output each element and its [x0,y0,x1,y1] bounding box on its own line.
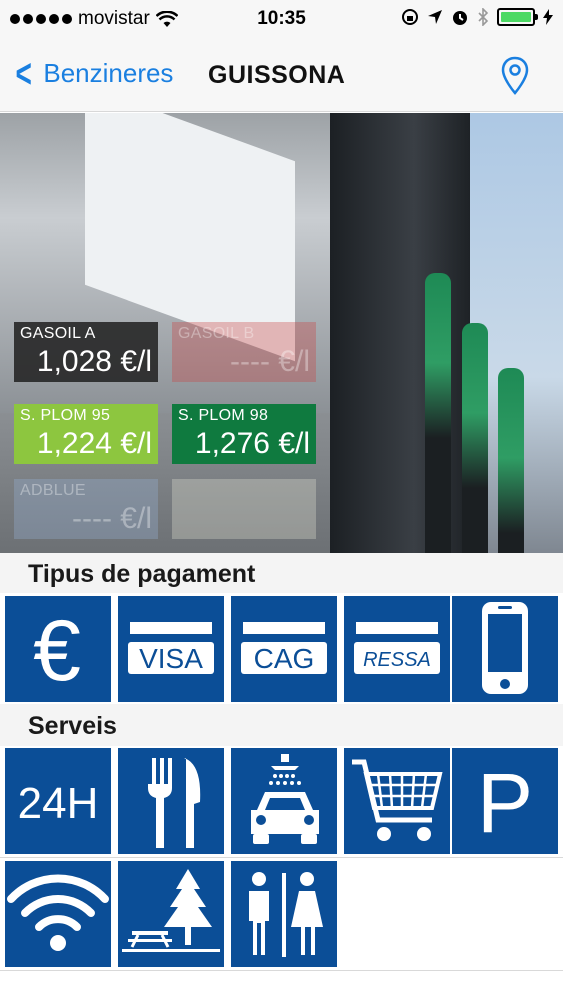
payment-ressa-tile: RESSA [344,596,450,702]
mobile-phone-icon [482,602,528,694]
fuel-label: S. PLOM 95 [20,407,111,424]
payment-section-title: Tipus de pagament [28,560,256,588]
fuel-price: ---- €/l [230,345,310,378]
service-parking-tile: P [452,748,558,854]
service-car-wash-tile [231,748,337,854]
navigation-bar: < Benzineres GUISSONA [0,40,563,112]
price-tag-empty [172,479,316,539]
24h-icon: 24H [18,779,99,828]
fuel-price: 1,028 €/l [36,345,152,378]
fuel-price: 1,276 €/l [194,427,310,460]
battery-level [501,12,531,22]
restaurant-icon [148,758,201,848]
payment-euro-tile: € [5,596,111,702]
shop-cart-icon [352,759,443,841]
price-tag-gasoil-a: GASOIL A 1,028 €/l [14,322,158,382]
euro-icon: € [33,603,81,699]
wifi-icon [7,874,109,951]
fuel-price: 1,224 €/l [36,427,152,460]
row-divider-bottom [0,970,563,971]
service-toilets-tile [231,861,337,967]
back-button-label: Benzineres [43,58,174,88]
car-wash-icon [251,754,319,844]
nozzle-2 [462,323,488,553]
service-24h-tile: 24H [5,748,111,854]
service-shop-tile [344,748,450,854]
parking-icon: P [477,756,533,850]
visa-label: VISA [139,643,203,674]
fuel-label: GASOIL A [20,325,96,342]
24h-label: 24H [18,779,99,828]
service-restaurant-tile [118,748,224,854]
fuel-label: GASOIL B [178,325,255,342]
price-tag-s-plom-95: S. PLOM 95 1,224 €/l [14,404,158,464]
fuel-label: ADBLUE [20,482,86,499]
cag-card-icon: CAG [241,622,327,674]
back-button[interactable]: < Benzineres [12,51,174,96]
services-section-title: Serveis [28,712,117,740]
price-tag-adblue: ADBLUE ---- €/l [14,479,158,539]
ressa-label: RESSA [363,649,431,671]
payment-cag-tile: CAG [231,596,337,702]
nozzle-3 [498,368,524,553]
nozzle-1 [425,273,451,553]
toilets-icon [249,872,323,957]
fuel-label: S. PLOM 98 [178,407,269,424]
euro-glyph: € [33,603,81,699]
service-picnic-tile [118,861,224,967]
row-divider [0,857,563,858]
screen: movistar 10:35 < Benzineres GUISSONA GAS… [0,0,563,1000]
rotation-lock-icon [402,9,418,25]
alarm-icon [453,11,467,25]
battery-icon [497,8,538,26]
price-tag-gasoil-b: GASOIL B ---- €/l [172,322,316,382]
cag-label: CAG [254,643,315,674]
price-tag-s-plom-98: S. PLOM 98 1,276 €/l [172,404,316,464]
fuel-price: ---- €/l [72,502,152,535]
payment-visa-tile: VISA [118,596,224,702]
chevron-left-icon: < [15,51,32,96]
ressa-card-icon: RESSA [354,622,440,674]
bluetooth-icon [478,8,489,26]
location-arrow-icon [428,10,442,24]
visa-card-icon: VISA [128,622,214,674]
picnic-area-icon [122,869,220,952]
service-wifi-tile [5,861,111,967]
parking-label: P [477,756,533,850]
page-title: GUISSONA [208,61,346,89]
payment-mobile-tile [452,596,558,702]
status-bar: movistar 10:35 [0,0,563,40]
charging-bolt-icon [543,9,553,25]
station-photo: GASOIL A 1,028 €/l GASOIL B ---- €/l S. … [0,113,563,553]
map-pin-icon[interactable] [500,56,530,96]
